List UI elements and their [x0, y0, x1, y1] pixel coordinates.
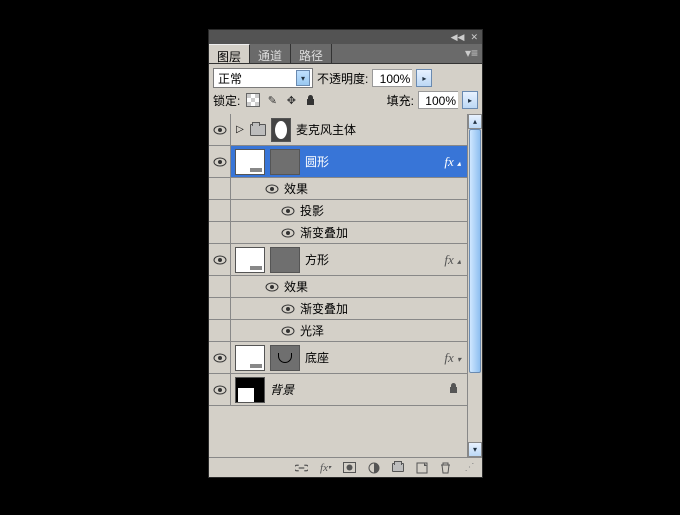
lock-label: 锁定:: [213, 92, 240, 109]
tab-layers[interactable]: 图层: [209, 44, 250, 63]
lock-transparency-icon[interactable]: [246, 93, 260, 107]
layer-thumbnail: [235, 247, 265, 273]
panel-tabs: 图层 通道 路径 ▾≡: [209, 44, 482, 64]
layer-name: 背景: [270, 381, 294, 398]
visibility-icon[interactable]: [213, 353, 227, 363]
scrollbar[interactable]: ▴ ▾: [467, 114, 482, 457]
layer-style-icon[interactable]: fx▾: [319, 461, 332, 474]
layers-list: ▷ 麦克风主体 圆形 fx ▴: [209, 114, 467, 457]
lock-buttons: ✎ ✥: [246, 93, 317, 107]
blend-mode-select[interactable]: 正常 ▾: [213, 68, 313, 88]
blend-mode-value: 正常: [218, 70, 242, 87]
effect-name: 光泽: [300, 322, 324, 339]
layer-row-selected[interactable]: 圆形 fx ▴: [209, 146, 467, 178]
layer-row-background[interactable]: 背景: [209, 374, 467, 406]
delete-layer-icon[interactable]: [439, 461, 452, 474]
visibility-icon[interactable]: [265, 282, 279, 292]
effect-name: 渐变叠加: [300, 224, 348, 241]
opacity-input[interactable]: 100%: [372, 69, 412, 87]
layer-row[interactable]: 底座 fx ▾: [209, 342, 467, 374]
visibility-icon[interactable]: [281, 326, 295, 336]
layer-options: 正常 ▾ 不透明度: 100% ▸ 锁定: ✎ ✥ 填充: 100% ▸: [209, 64, 482, 115]
layer-name: 圆形: [305, 153, 329, 170]
effect-name: 投影: [300, 202, 324, 219]
scroll-down-icon[interactable]: ▾: [468, 442, 482, 457]
lock-all-icon[interactable]: [303, 93, 317, 107]
fx-badge[interactable]: fx ▴: [444, 154, 463, 170]
effects-label: 效果: [284, 278, 308, 295]
layers-panel: ◀◀ ✕ 图层 通道 路径 ▾≡ 正常 ▾ 不透明度: 100% ▸ 锁定: ✎…: [208, 29, 483, 478]
opacity-label: 不透明度:: [317, 70, 368, 87]
effect-row[interactable]: 渐变叠加: [209, 298, 467, 320]
disclosure-icon[interactable]: ▷: [235, 124, 245, 135]
tab-channels[interactable]: 通道: [250, 44, 291, 63]
layer-thumbnail: [235, 377, 265, 403]
panel-menu-icon[interactable]: ▾≡: [461, 44, 482, 63]
mask-thumbnail: [271, 118, 291, 142]
visibility-icon[interactable]: [213, 157, 227, 167]
shape-thumbnail: [270, 247, 300, 273]
fill-label: 填充:: [387, 92, 414, 109]
effects-label: 效果: [284, 180, 308, 197]
effect-row[interactable]: 投影: [209, 200, 467, 222]
panel-bottom-toolbar: fx▾ ⋰: [209, 457, 482, 477]
visibility-icon[interactable]: [281, 228, 295, 238]
fill-flyout-button[interactable]: ▸: [462, 91, 478, 109]
link-layers-icon[interactable]: [295, 461, 308, 474]
opacity-flyout-button[interactable]: ▸: [416, 69, 432, 87]
scroll-thumb[interactable]: [469, 129, 481, 373]
resize-grip-icon[interactable]: ⋰: [463, 461, 476, 474]
visibility-icon[interactable]: [213, 255, 227, 265]
lock-pixels-icon[interactable]: ✎: [265, 93, 279, 107]
visibility-icon[interactable]: [213, 125, 227, 135]
visibility-icon[interactable]: [281, 206, 295, 216]
layer-name: 方形: [305, 251, 329, 268]
new-layer-icon[interactable]: [415, 461, 428, 474]
effect-row[interactable]: 光泽: [209, 320, 467, 342]
effect-name: 渐变叠加: [300, 300, 348, 317]
layer-row[interactable]: 方形 fx ▴: [209, 244, 467, 276]
layer-thumbnail: [235, 149, 265, 175]
effects-header-row[interactable]: 效果: [209, 178, 467, 200]
effect-row[interactable]: 渐变叠加: [209, 222, 467, 244]
visibility-icon[interactable]: [213, 385, 227, 395]
fx-badge[interactable]: fx ▾: [444, 350, 463, 366]
layer-name: 底座: [305, 349, 329, 366]
folder-icon: [250, 124, 266, 136]
lock-position-icon[interactable]: ✥: [284, 93, 298, 107]
adjustment-layer-icon[interactable]: [367, 461, 380, 474]
tab-paths[interactable]: 路径: [291, 44, 332, 63]
lock-icon: [448, 382, 459, 397]
scroll-track[interactable]: [468, 129, 482, 442]
fill-input[interactable]: 100%: [418, 91, 458, 109]
effects-header-row[interactable]: 效果: [209, 276, 467, 298]
layer-row-group[interactable]: ▷ 麦克风主体: [209, 114, 467, 146]
visibility-icon[interactable]: [265, 184, 279, 194]
layer-thumbnail: [235, 345, 265, 371]
fx-badge[interactable]: fx ▴: [444, 252, 463, 268]
shape-thumbnail: [270, 149, 300, 175]
visibility-icon[interactable]: [281, 304, 295, 314]
collapse-icon[interactable]: ◀◀: [451, 33, 465, 42]
layer-name: 麦克风主体: [296, 121, 356, 138]
close-icon[interactable]: ✕: [470, 33, 478, 42]
scroll-up-icon[interactable]: ▴: [468, 114, 482, 129]
panel-titlebar: ◀◀ ✕: [209, 30, 482, 44]
new-group-icon[interactable]: [391, 461, 404, 474]
shape-thumbnail: [270, 345, 300, 371]
chevron-down-icon: ▾: [296, 70, 310, 86]
layer-mask-icon[interactable]: [343, 461, 356, 474]
